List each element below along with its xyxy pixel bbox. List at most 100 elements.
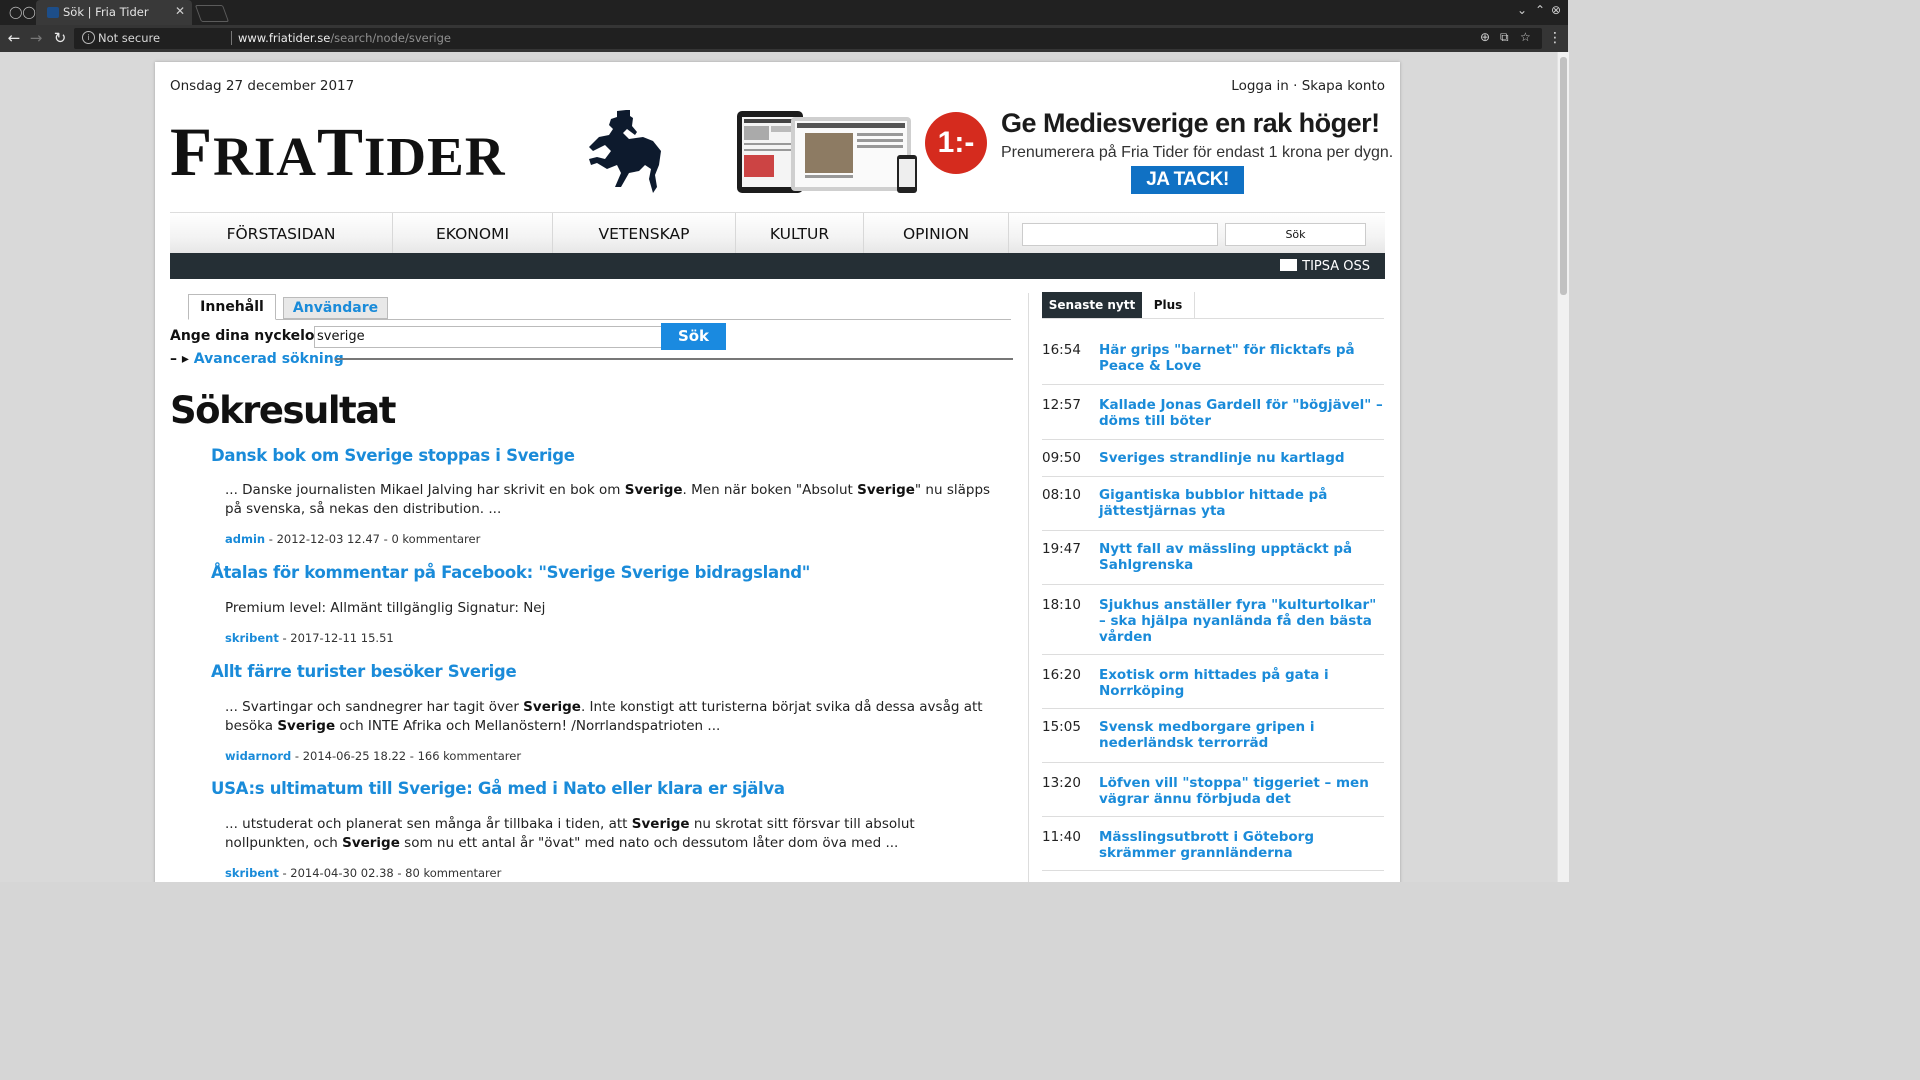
nav-item-forstasidan[interactable]: FÖRSTASIDAN — [170, 213, 393, 254]
back-icon[interactable]: ← — [4, 29, 24, 47]
ad-price-badge: 1:- — [925, 112, 987, 174]
news-headline-link[interactable]: Svensk medborgare gripen i nederländsk t… — [1099, 719, 1387, 751]
news-headline-link[interactable]: Gigantiska bubblor hittade på jättestjär… — [1099, 487, 1387, 519]
news-item: 16:54 Här grips "barnet" för flicktafs på… — [1042, 332, 1384, 385]
tab-plus[interactable]: Plus — [1142, 292, 1195, 318]
url-text[interactable]: www.friatider.se/search/node/sverige — [238, 31, 451, 45]
logo-horse-rider-icon — [589, 110, 661, 193]
result-title-link[interactable]: Allt färre turister besöker Sverige — [211, 662, 517, 681]
site-search-button[interactable]: Sök — [1225, 223, 1366, 246]
tipsa-oss-label: TIPSA OSS — [1302, 259, 1370, 274]
snippet-text: ... Svartingar och sandnegrer har tagit … — [225, 699, 524, 715]
result-meta-text: - 2012-12-03 12.47 - 0 kommentarer — [265, 532, 481, 546]
ad-subline: Prenumerera på Fria Tider för endast 1 k… — [1001, 144, 1394, 161]
address-bar[interactable]: i Not secure www.friatider.se/search/nod… — [74, 28, 1542, 49]
forward-icon[interactable]: → — [26, 29, 46, 47]
ad-headline: Ge Mediesverige en rak höger! — [1001, 108, 1380, 138]
result-author-link[interactable]: skribent — [225, 631, 279, 645]
news-headline-link[interactable]: Mässlingsutbrott i Göteborg skrämmer gra… — [1099, 829, 1387, 861]
url-host: www.friatider.se — [238, 31, 331, 45]
ad-cta-button[interactable]: JA TACK! — [1131, 166, 1244, 194]
result-meta: skribent - 2014-04-30 02.38 - 80 komment… — [225, 866, 501, 880]
incognito-icon: ◯◯ — [9, 5, 36, 19]
browser-tab[interactable]: Sök | Fria Tider ✕ — [36, 0, 192, 25]
advanced-search-toggle[interactable]: – ▸ Avancerad sökning — [170, 351, 344, 367]
minimize-icon[interactable]: ⌄ — [1517, 3, 1527, 17]
page-scrollbar[interactable] — [1557, 52, 1569, 882]
news-time: 09:50 — [1042, 450, 1081, 466]
site-logo[interactable]: FRIATIDER — [170, 118, 506, 189]
info-icon[interactable]: i — [82, 31, 95, 44]
close-window-icon[interactable]: ⊗ — [1551, 3, 1561, 17]
account-links: Logga in · Skapa konto — [1231, 78, 1385, 94]
news-headline-link[interactable]: Sveriges strandlinje nu kartlagd — [1099, 450, 1387, 466]
news-item: 11:40 Mässlingsutbrott i Göteborg skrämme… — [1042, 817, 1384, 871]
logo-letter-f: F — [170, 114, 214, 190]
logo-letters-ider: IDER — [364, 126, 506, 187]
result-title-link[interactable]: Åtalas för kommentar på Facebook: "Sveri… — [211, 563, 810, 582]
scrollbar-thumb[interactable] — [1560, 57, 1567, 295]
search-tabs: Innehåll Användare — [188, 294, 1011, 320]
register-link[interactable]: Skapa konto — [1302, 78, 1385, 94]
reload-icon[interactable]: ↻ — [50, 29, 70, 47]
translate-icon[interactable]: ⧉ — [1500, 30, 1509, 45]
tab-innehall[interactable]: Innehåll — [188, 294, 276, 320]
news-item: 18:10 Sjukhus anställer fyra "kulturtolka… — [1042, 585, 1384, 655]
site-search-input[interactable] — [1022, 223, 1218, 246]
tipsa-oss-link[interactable]: TIPSA OSS — [1280, 258, 1370, 274]
column-divider — [1028, 293, 1029, 882]
snippet-highlight: Sverige — [857, 482, 915, 498]
favicon-icon — [47, 7, 59, 18]
snippet-highlight: Sverige — [277, 718, 336, 734]
close-tab-icon[interactable]: ✕ — [175, 4, 185, 18]
subscription-ad-banner[interactable]: 1:- Ge Mediesverige en rak höger! Prenum… — [733, 106, 1393, 196]
result-author-link[interactable]: widarnord — [225, 749, 291, 763]
nav-item-opinion[interactable]: OPINION — [864, 213, 1009, 254]
login-link[interactable]: Logga in — [1231, 78, 1289, 94]
result-author-link[interactable]: admin — [225, 532, 265, 546]
zoom-icon[interactable]: ⊕ — [1480, 30, 1490, 44]
bookmark-star-icon[interactable]: ☆ — [1520, 30, 1531, 44]
result-title-link[interactable]: Dansk bok om Sverige stoppas i Sverige — [211, 446, 575, 465]
result-author-link[interactable]: skribent — [225, 866, 279, 880]
snippet-highlight: Sverige — [342, 835, 400, 851]
result-meta-text: - 2014-04-30 02.38 - 80 kommentarer — [278, 866, 502, 880]
browser-tab-bar: ◯◯ Sök | Fria Tider ✕ ⌄ ⌃ ⊗ — [0, 0, 1568, 25]
nav-item-kultur[interactable]: KULTUR — [736, 213, 864, 254]
news-time: 08:10 — [1042, 487, 1081, 503]
nav-item-ekonomi[interactable]: EKONOMI — [393, 213, 553, 254]
page-container: Onsdag 27 december 2017 Logga in · Skapa… — [155, 62, 1400, 882]
result-meta: skribent - 2017-12-11 15.51 — [225, 631, 394, 645]
news-headline-link[interactable]: Här grips "barnet" för flicktafs på Peac… — [1099, 342, 1387, 374]
news-headline-link[interactable]: Sjukhus anställer fyra "kulturtolkar" – … — [1099, 597, 1387, 645]
snippet-highlight: Sverige — [624, 482, 683, 498]
result-snippet: Premium level: Allmänt tillgänglig Signa… — [225, 599, 995, 618]
logo-letter-t: T — [317, 114, 365, 190]
advanced-dash: – — [170, 351, 177, 367]
tab-senaste-nytt[interactable]: Senaste nytt — [1042, 292, 1142, 318]
news-item: 16:20 Exotisk orm hittades på gata i Norr… — [1042, 655, 1384, 709]
new-tab-button[interactable] — [194, 5, 230, 22]
news-headline-link[interactable]: Kallade Jonas Gardell för "bögjävel" – d… — [1099, 397, 1387, 429]
current-date: Onsdag 27 december 2017 — [170, 78, 355, 94]
news-item: 13:20 Löfven vill "stoppa" tiggeriet – me… — [1042, 763, 1384, 817]
news-headline-link[interactable]: Nytt fall av mässling upptäckt på Sahlgr… — [1099, 541, 1387, 573]
keyword-search-button[interactable]: Sök — [661, 323, 726, 350]
logo-letters-ria: RIA — [213, 126, 317, 187]
browser-menu-icon[interactable]: ⋮ — [1548, 30, 1562, 46]
snippet-text: ... utstuderat och planerat sen många år… — [225, 816, 632, 832]
result-title-link[interactable]: USA:s ultimatum till Sverige: Gå med i N… — [211, 779, 785, 798]
result-snippet: ... Svartingar och sandnegrer har tagit … — [225, 698, 995, 736]
page-viewport: Onsdag 27 december 2017 Logga in · Skapa… — [0, 52, 1557, 882]
nav-item-vetenskap[interactable]: VETENSKAP — [553, 213, 736, 254]
snippet-text: Premium level: Allmänt tillgänglig Signa… — [225, 600, 546, 616]
news-item: 08:10 Gigantiska bubblor hittade på jätte… — [1042, 477, 1384, 531]
keyword-input[interactable]: sverige — [314, 326, 663, 348]
news-headline-link[interactable]: Löfven vill "stoppa" tiggeriet – men väg… — [1099, 775, 1387, 807]
maximize-icon[interactable]: ⌃ — [1535, 3, 1545, 17]
news-headline-link[interactable]: Exotisk orm hittades på gata i Norrköpin… — [1099, 667, 1387, 699]
tab-anvandare[interactable]: Användare — [283, 297, 388, 319]
snippet-highlight: Sverige — [631, 816, 690, 832]
tab-title: Sök | Fria Tider — [63, 5, 149, 19]
news-time: 18:10 — [1042, 597, 1081, 613]
